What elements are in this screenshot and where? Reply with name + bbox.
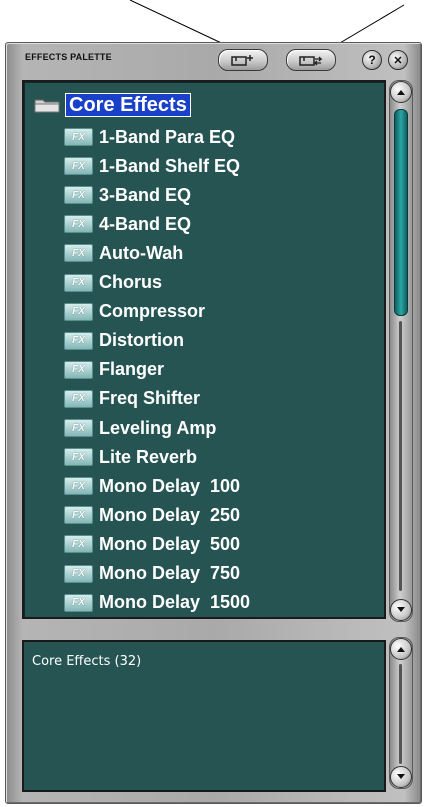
info-scrollbar[interactable] bbox=[389, 637, 413, 789]
scroll-track bbox=[399, 321, 402, 591]
fx-icon: FX bbox=[64, 448, 93, 467]
fx-icon: FX bbox=[64, 419, 93, 437]
tree-item[interactable]: FX Auto-Wah bbox=[64, 240, 183, 266]
folder-icon bbox=[34, 99, 60, 112]
move-folder-icon bbox=[299, 56, 323, 66]
tree-item-label: Mono Delay 100 bbox=[99, 475, 241, 496]
tree-item[interactable]: FX Mono Delay 500 bbox=[64, 531, 240, 557]
tree-item[interactable]: FX Chorus bbox=[64, 270, 162, 296]
new-folder-icon bbox=[231, 55, 253, 66]
tree-scrollbar[interactable] bbox=[389, 80, 413, 622]
tree-item-label: Mono Delay 1500 bbox=[99, 592, 251, 613]
tree-item-label: Freq Shifter bbox=[99, 388, 201, 409]
tree-item-label: 1-Band Para EQ bbox=[99, 126, 236, 147]
tree-item[interactable]: FX 3-Band EQ bbox=[64, 182, 191, 208]
tree-item-label: Distortion bbox=[99, 330, 184, 351]
tree-item-label: 1-Band Shelf EQ bbox=[99, 155, 241, 176]
tree-item[interactable]: FX Compressor bbox=[64, 299, 205, 325]
arrow-down-icon bbox=[397, 607, 405, 612]
scroll-down-button[interactable] bbox=[390, 599, 412, 621]
info-scroll-up-button[interactable] bbox=[390, 638, 412, 660]
tree-item[interactable]: FX Mono Delay 100 bbox=[64, 473, 240, 499]
tree-item[interactable]: FX 1-Band Shelf EQ bbox=[64, 153, 240, 179]
fx-icon: FX bbox=[64, 535, 93, 554]
arrow-down-icon bbox=[397, 774, 405, 779]
fx-icon: FX bbox=[64, 593, 93, 612]
tree-item[interactable]: FX 1-Band Para EQ bbox=[64, 124, 235, 150]
tree-item[interactable]: FX Flanger bbox=[64, 357, 164, 383]
tree-item[interactable]: FX Mono Delay 1500 bbox=[64, 590, 250, 616]
arrow-up-icon bbox=[397, 647, 405, 652]
tree-item[interactable]: FX Mono Delay 250 bbox=[64, 502, 240, 528]
fx-icon: FX bbox=[64, 302, 93, 321]
fx-icon: FX bbox=[64, 389, 93, 408]
fx-icon: FX bbox=[64, 157, 93, 176]
help-icon: ? bbox=[368, 53, 376, 67]
tree-item[interactable]: FX Distortion bbox=[64, 328, 184, 354]
info-panel: Core Effects (32) bbox=[22, 640, 386, 792]
tree-item-label: Mono Delay 250 bbox=[99, 504, 241, 525]
palette-title: EFFECTS PALETTE bbox=[25, 52, 112, 62]
tree-item-label: Flanger bbox=[99, 359, 165, 380]
fx-icon: FX bbox=[64, 360, 93, 379]
tree-item-label: Chorus bbox=[99, 272, 162, 292]
tree-item-label: Mono Delay 500 bbox=[99, 533, 241, 554]
info-text: Core Effects (32) bbox=[32, 654, 142, 669]
tree-item-label: Mono Delay 750 bbox=[99, 563, 241, 583]
effects-tree[interactable]: Core Effects FX 1-Band Para EQ FX 1-Band Sh… bbox=[22, 80, 386, 619]
close-button[interactable]: ✕ bbox=[388, 50, 408, 70]
arrow-up-icon bbox=[397, 90, 405, 95]
help-button[interactable]: ? bbox=[362, 50, 382, 70]
fx-icon: FX bbox=[64, 186, 93, 205]
tree-item[interactable]: FX Lite Reverb bbox=[64, 444, 197, 470]
info-scroll-track bbox=[399, 664, 402, 764]
tree-item-label: 4-Band EQ bbox=[99, 213, 192, 234]
tree-item[interactable]: FX Mono Delay 750 bbox=[64, 561, 240, 587]
tree-item-label: 3-Band EQ bbox=[99, 184, 192, 205]
tree-root-core-effects[interactable]: Core Effects bbox=[34, 92, 191, 117]
tree-item-label: Leveling Amp bbox=[99, 417, 217, 438]
tree-item-label: Lite Reverb bbox=[99, 446, 198, 467]
info-scroll-down-button[interactable] bbox=[390, 766, 412, 788]
tree-item[interactable]: FX Leveling Amp bbox=[64, 415, 216, 441]
fx-icon: FX bbox=[64, 215, 93, 234]
move-folder-button[interactable] bbox=[286, 49, 336, 71]
new-folder-button[interactable] bbox=[218, 49, 268, 71]
fx-icon: FX bbox=[64, 244, 93, 263]
fx-icon: FX bbox=[64, 506, 93, 525]
tree-item-label: Compressor bbox=[99, 301, 206, 322]
close-icon: ✕ bbox=[393, 54, 403, 67]
fx-icon: FX bbox=[64, 564, 93, 583]
fx-icon: FX bbox=[64, 273, 93, 292]
tree-item[interactable]: FX Freq Shifter bbox=[64, 386, 200, 412]
fx-icon: FX bbox=[64, 128, 93, 146]
tree-item[interactable]: FX 4-Band EQ bbox=[64, 211, 191, 237]
scroll-up-button[interactable] bbox=[390, 81, 412, 103]
tree-root-label: Core Effects bbox=[65, 92, 191, 117]
scroll-thumb[interactable] bbox=[394, 109, 408, 316]
tree-item-label: Auto-Wah bbox=[99, 242, 184, 263]
fx-icon: FX bbox=[64, 477, 93, 496]
fx-icon: FX bbox=[64, 331, 93, 350]
